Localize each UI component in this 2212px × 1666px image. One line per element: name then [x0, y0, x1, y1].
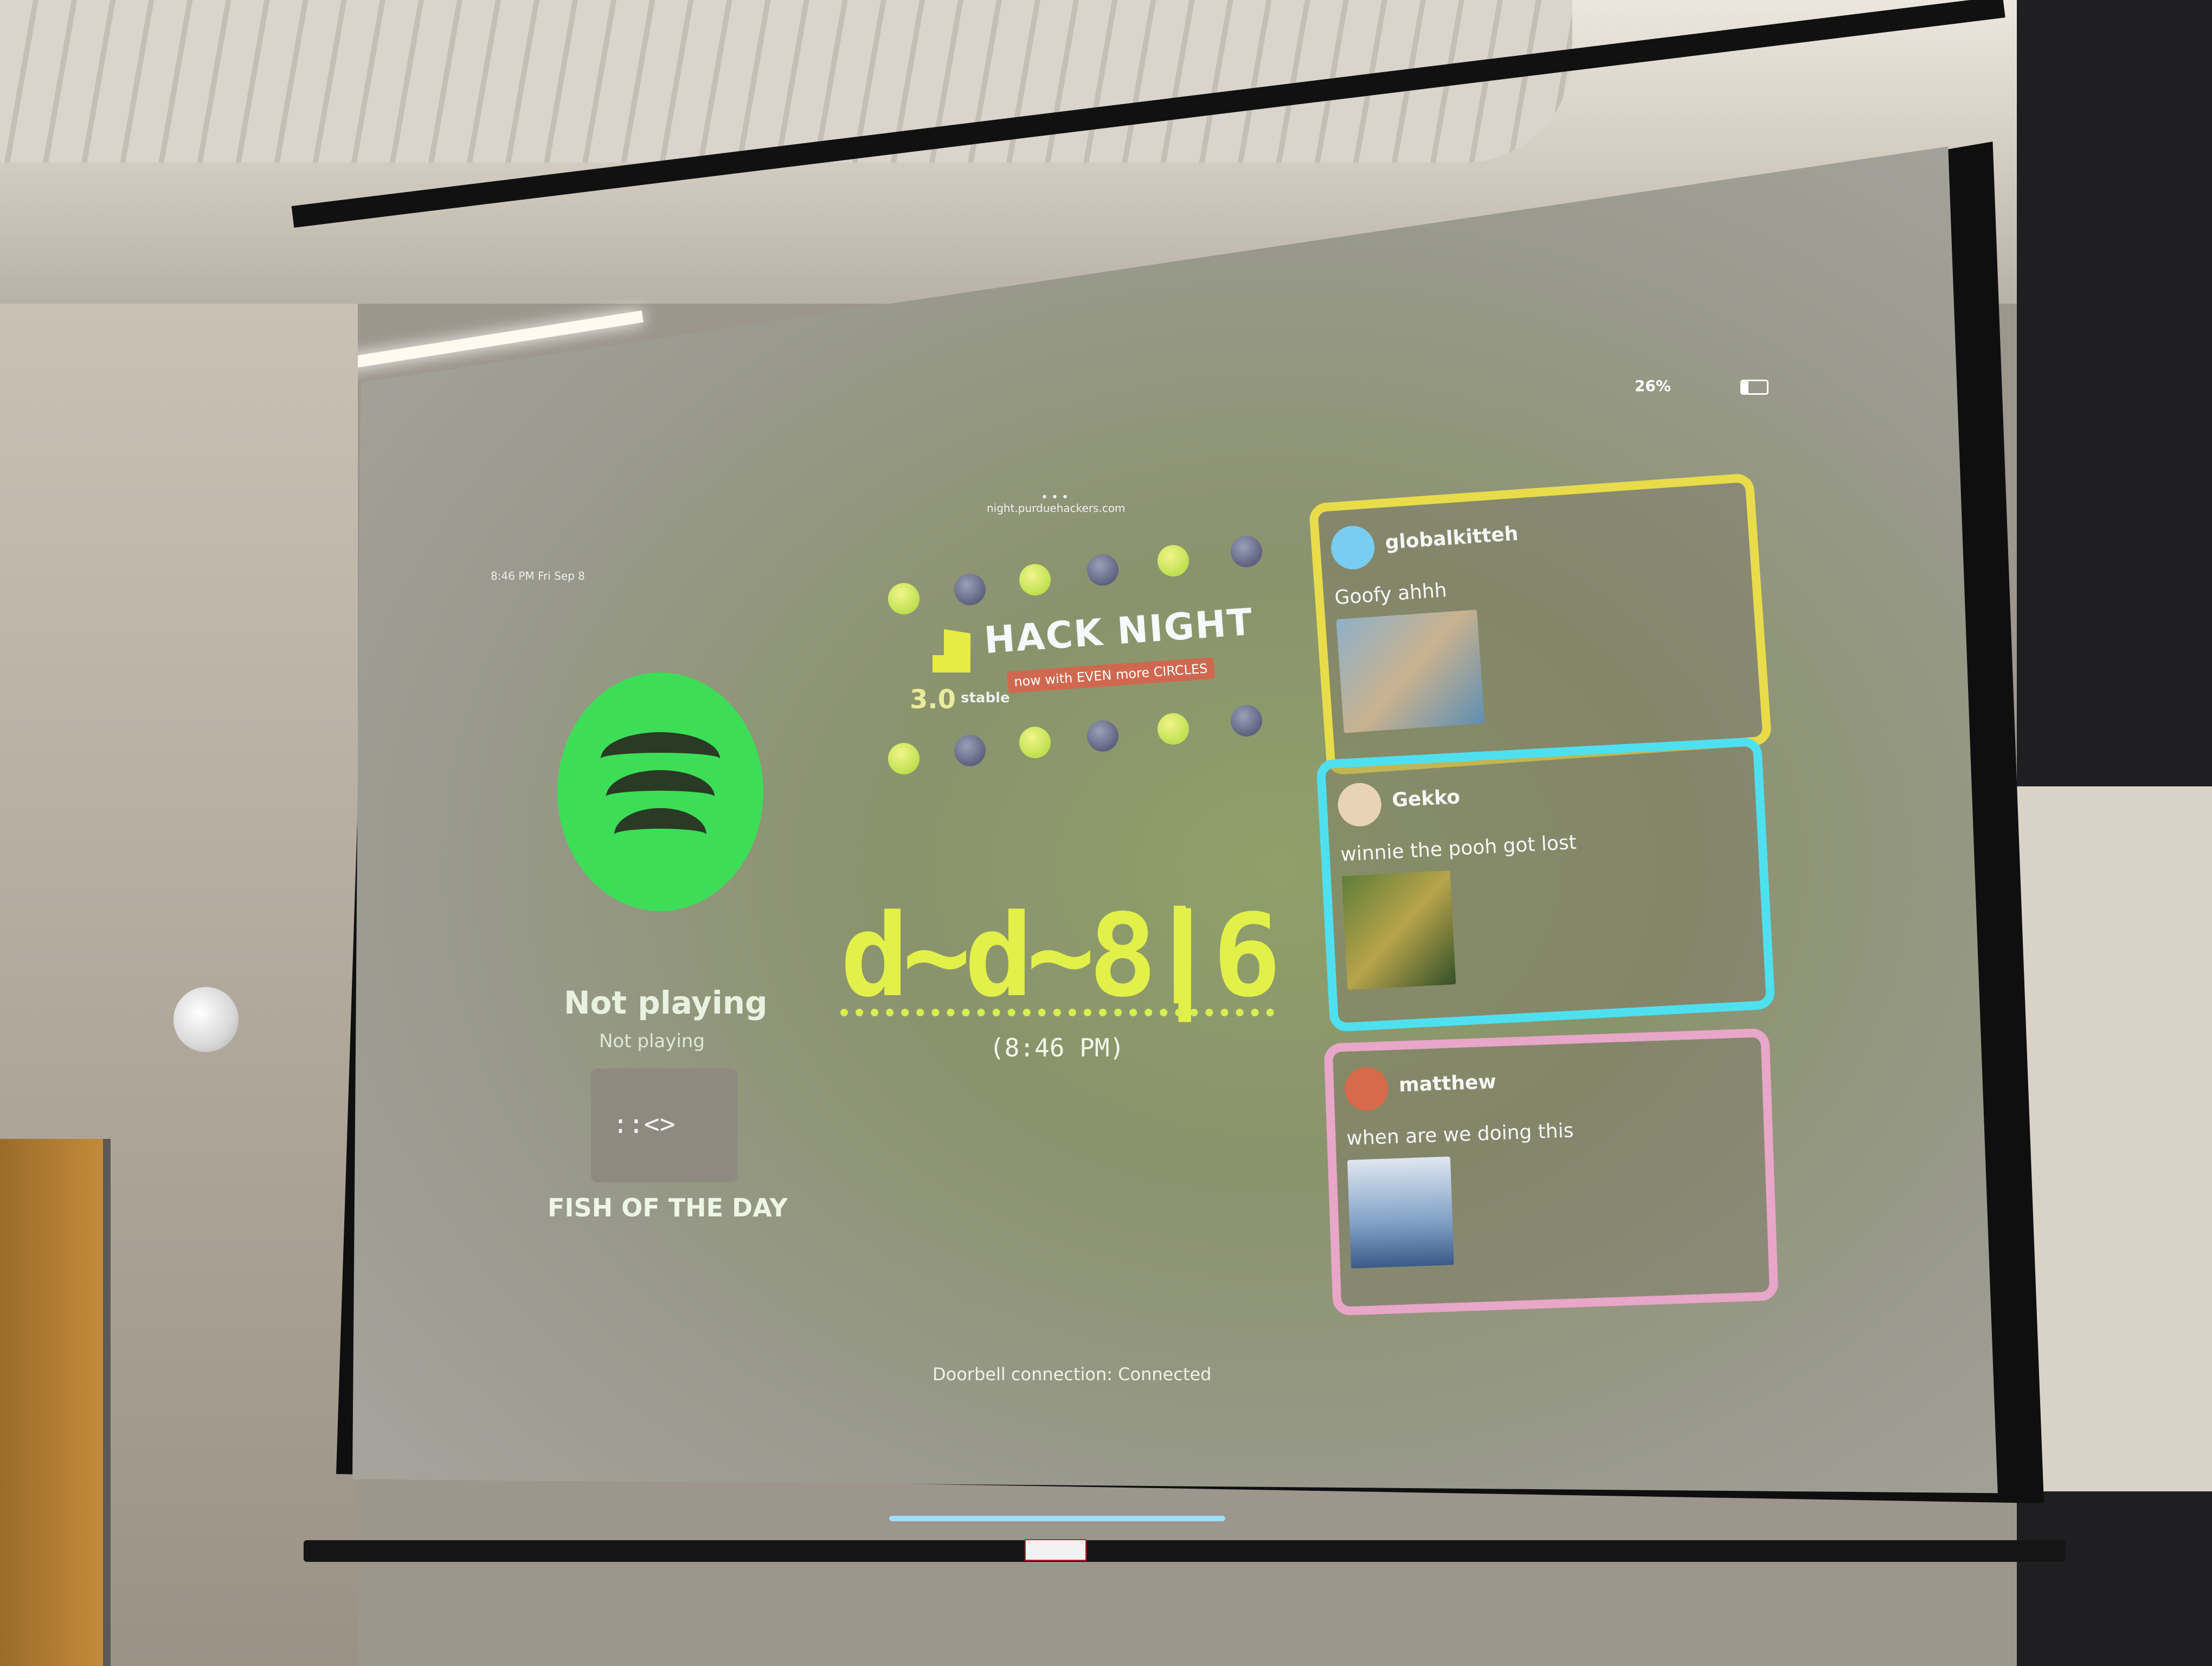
- post-username: matthew: [1398, 1071, 1497, 1097]
- spotify-icon[interactable]: [557, 672, 763, 911]
- moon-face-icon: [888, 743, 919, 774]
- clock-display: d~d~8|6: [840, 889, 1281, 1022]
- moon-face-icon: [1019, 564, 1051, 595]
- post-message: when are we doing this: [1346, 1119, 1574, 1150]
- now-playing-subtitle: Not playing: [599, 1030, 705, 1052]
- post-username: Gekko: [1391, 786, 1461, 812]
- hack-night-logo-icon: [933, 629, 970, 672]
- hack-night-title: HACK NIGHT: [982, 600, 1255, 663]
- battery-level: 26%: [1635, 377, 1671, 395]
- moon-face-icon: [1158, 545, 1189, 576]
- new-moon-face-icon: [1231, 536, 1262, 567]
- post-username: globalkitteh: [1384, 522, 1519, 554]
- new-moon-face-icon: [1087, 554, 1118, 586]
- post-card-globalkitteh[interactable]: globalkitteh Goofy ahhh: [1308, 472, 1772, 776]
- post-image[interactable]: [1347, 1156, 1454, 1268]
- moon-face-icon: [1019, 727, 1051, 758]
- avatar: [1336, 781, 1382, 828]
- clock-underline: [840, 1009, 1274, 1016]
- spotify-wave-3: [614, 808, 706, 861]
- hack-night-dashboard: ••• night.purduehackers.com 8:46 PM Fri …: [0, 0, 2212, 1666]
- battery-icon: [1740, 380, 1769, 395]
- post-card-gekko[interactable]: Gekko winnie the pooh got lost: [1316, 736, 1776, 1033]
- post-image[interactable]: [1336, 610, 1485, 733]
- post-message: Goofy ahhh: [1334, 579, 1448, 610]
- post-image[interactable]: [1341, 870, 1456, 990]
- clock-cursor: [1174, 906, 1186, 1003]
- status-time: 8:46 PM Fri Sep 8: [491, 569, 585, 582]
- new-moon-face-icon: [1231, 705, 1262, 736]
- moon-face-icon: [1158, 713, 1189, 745]
- post-message: winnie the pooh got lost: [1340, 831, 1577, 866]
- hack-night-channel: stable: [961, 690, 1010, 706]
- clock-time: (8:46 PM): [989, 1033, 1125, 1062]
- new-moon-face-icon: [954, 574, 986, 605]
- home-indicator[interactable]: [889, 1516, 1225, 1521]
- avatar: [1329, 524, 1376, 571]
- new-moon-face-icon: [1087, 720, 1118, 752]
- post-card-matthew[interactable]: matthew when are we doing this: [1323, 1028, 1779, 1316]
- hack-night-version: 3.0: [910, 684, 956, 715]
- now-playing-title: Not playing: [564, 984, 768, 1021]
- doorbell-status: Doorbell connection: Connected: [933, 1364, 1212, 1385]
- moon-face-icon: [888, 583, 919, 614]
- fish-icon: ::<>: [613, 1109, 676, 1139]
- avatar: [1344, 1066, 1389, 1112]
- fish-of-the-day-label: FISH OF THE DAY: [548, 1193, 788, 1222]
- new-moon-face-icon: [954, 735, 986, 766]
- hack-night-tagline: now with EVEN more CIRCLES: [1007, 657, 1215, 694]
- url-bar[interactable]: night.purduehackers.com: [987, 502, 1126, 515]
